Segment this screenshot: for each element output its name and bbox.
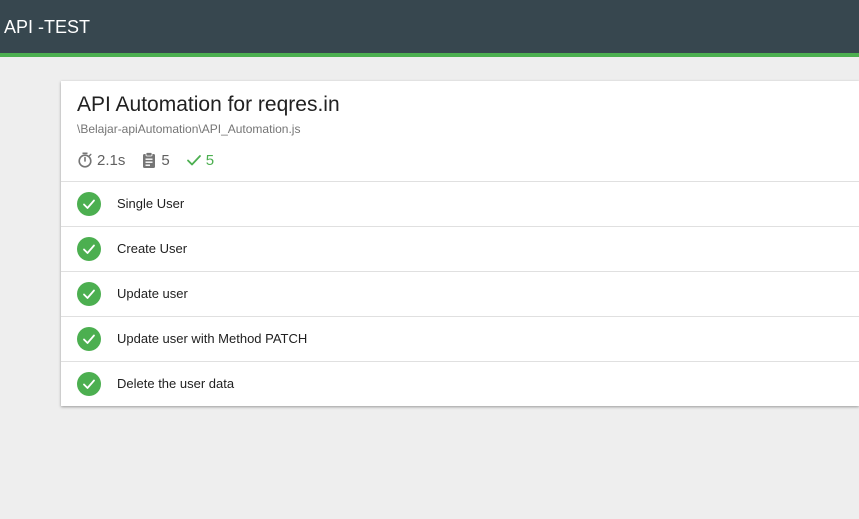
test-title: Single User	[117, 196, 185, 211]
duration-value: 2.1s	[97, 151, 126, 169]
suite-header: API Automation for reqres.in \Belajar-ap…	[61, 81, 859, 182]
suite-card: API Automation for reqres.in \Belajar-ap…	[61, 81, 859, 406]
test-row[interactable]: Update user	[61, 272, 859, 317]
app-title: API -TEST	[4, 17, 91, 37]
tests-count-value: 5	[161, 151, 170, 169]
test-row[interactable]: Create User	[61, 227, 859, 272]
check-circle-icon	[77, 327, 101, 351]
duration-stat: 2.1s	[77, 152, 125, 169]
suite-title: API Automation for reqres.in	[77, 93, 340, 116]
passed-value: 5	[205, 151, 215, 169]
test-row[interactable]: Update user with Method PATCH	[61, 317, 859, 362]
check-circle-icon	[77, 192, 101, 216]
suite-file-path: \Belajar-apiAutomation\API_Automation.js	[77, 122, 301, 136]
test-row[interactable]: Single User	[61, 182, 859, 227]
clipboard-icon	[143, 152, 156, 168]
stopwatch-icon	[78, 152, 92, 168]
check-icon	[186, 155, 201, 166]
test-row[interactable]: Delete the user data	[61, 362, 859, 406]
check-circle-icon	[77, 372, 101, 396]
suite-stats: 2.1s 5 5	[77, 150, 230, 170]
check-circle-icon	[77, 282, 101, 306]
test-title: Update user	[117, 286, 188, 301]
top-navbar: API -TEST	[0, 0, 859, 57]
check-circle-icon	[77, 237, 101, 261]
test-title: Delete the user data	[117, 376, 235, 391]
tests-count-stat: 5	[141, 151, 170, 169]
test-list: Single User Create User Update user Upda…	[61, 182, 859, 406]
test-title: Create User	[117, 241, 188, 256]
passed-stat: 5	[186, 152, 214, 169]
test-title: Update user with Method PATCH	[117, 331, 308, 346]
